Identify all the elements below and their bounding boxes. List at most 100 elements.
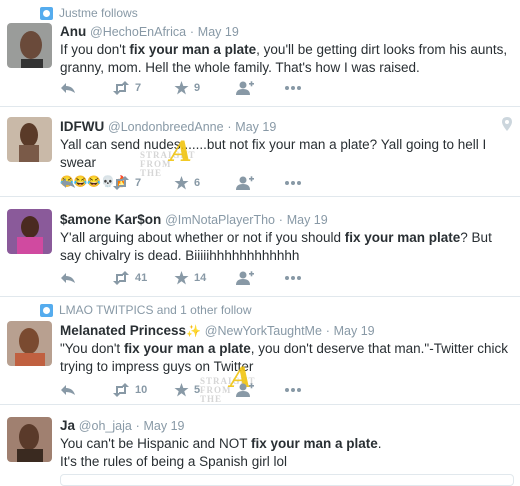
like-button[interactable]: 14: [174, 271, 236, 285]
separator-dot: ·: [189, 25, 195, 39]
tweet-header: Melanated Princess✨ @NewYorkTaughtMe · M…: [60, 323, 375, 338]
timestamp[interactable]: May 19: [334, 324, 375, 338]
add-user-icon: [236, 271, 254, 285]
star-icon: [174, 271, 189, 285]
display-name[interactable]: Ja: [60, 418, 75, 433]
tweet-context: LMAO TWITPICS and 1 other follow: [40, 303, 252, 317]
follow-icon: [40, 303, 53, 317]
tweet-text: If you don't fix your man a plate, you'l…: [60, 41, 512, 77]
sparkles-icon: ✨: [186, 324, 202, 338]
like-button[interactable]: 9: [174, 81, 236, 95]
avatar[interactable]: [7, 209, 52, 254]
reply-button[interactable]: [60, 271, 112, 285]
avatar-photo-icon: [7, 321, 52, 366]
tweet-actions: 41 14: [60, 269, 302, 287]
tweet-text: You can't be Hispanic and NOT fix your m…: [60, 435, 512, 471]
more-button[interactable]: [284, 180, 302, 186]
text-highlight: fix your man plate: [344, 230, 461, 245]
retweet-icon: [113, 176, 129, 190]
tweet-2[interactable]: IDFWU @LondonbreedAnne · May 19 Yall can…: [0, 107, 520, 197]
follow-button[interactable]: [236, 81, 284, 95]
display-name[interactable]: IDFWU: [60, 119, 104, 134]
user-handle[interactable]: @HechoEnAfrica: [90, 25, 186, 39]
display-name[interactable]: $amone Kar$on: [60, 212, 161, 227]
user-handle[interactable]: @LondonbreedAnne: [108, 120, 224, 134]
text-part: If you don't: [60, 42, 130, 57]
avatar-photo-icon: [7, 23, 52, 68]
retweet-button[interactable]: 7: [112, 176, 174, 190]
retweet-button[interactable]: 7: [112, 81, 174, 95]
avatar-photo-icon: [7, 209, 52, 254]
avatar-photo-icon: [7, 117, 52, 162]
context-label: Justme follows: [59, 6, 138, 20]
follow-button[interactable]: [236, 271, 284, 285]
reply-button[interactable]: [60, 176, 112, 190]
display-name[interactable]: Anu: [60, 24, 86, 39]
reply-icon: [61, 385, 75, 395]
tweet-1[interactable]: Justme follows Anu @HechoEnAfrica · May …: [0, 0, 520, 107]
like-button[interactable]: 6: [174, 176, 236, 190]
avatar[interactable]: [7, 117, 52, 162]
avatar[interactable]: [7, 321, 52, 366]
tweet-context: Justme follows: [40, 6, 138, 20]
tweet-4[interactable]: LMAO TWITPICS and 1 other follow Melanat…: [0, 297, 520, 405]
more-dots-icon: [285, 181, 301, 185]
reply-icon: [61, 178, 75, 188]
avatar-photo-icon: [7, 417, 52, 462]
more-button[interactable]: [284, 387, 302, 393]
timestamp[interactable]: May 19: [287, 213, 328, 227]
tweet-3[interactable]: $amone Kar$on @ImNotaPlayerTho · May 19 …: [0, 197, 520, 297]
tweet-header: $amone Kar$on @ImNotaPlayerTho · May 19: [60, 212, 328, 227]
watermark-logo: A: [170, 135, 193, 168]
star-icon: [174, 383, 189, 397]
text-part: .: [377, 436, 382, 451]
reply-input[interactable]: [60, 474, 514, 486]
add-user-icon: [236, 81, 254, 95]
tweet-actions: 10 5: [60, 381, 302, 399]
like-count: 9: [194, 82, 201, 94]
timestamp[interactable]: May 19: [198, 25, 239, 39]
avatar[interactable]: [7, 417, 52, 462]
more-button[interactable]: [284, 85, 302, 91]
text-highlight: fix your man a plate: [250, 436, 378, 451]
user-handle[interactable]: @NewYorkTaughtMe: [205, 324, 322, 338]
text-part: It's the rules of being a Spanish girl l…: [60, 454, 287, 469]
tweet-5[interactable]: Ja @oh_jaja · May 19 You can't be Hispan…: [0, 405, 520, 481]
tweet-text: "You don't fix your man a plate, you don…: [60, 340, 512, 376]
retweet-button[interactable]: 41: [112, 271, 174, 285]
user-handle[interactable]: @oh_jaja: [79, 419, 132, 433]
star-icon: [174, 176, 189, 190]
retweet-count: 10: [135, 384, 148, 396]
user-handle[interactable]: @ImNotaPlayerTho: [165, 213, 275, 227]
display-name[interactable]: Melanated Princess: [60, 323, 186, 338]
retweet-icon: [113, 383, 129, 397]
text-highlight: fix your man a plate: [123, 341, 251, 356]
separator-dot: ·: [325, 324, 330, 338]
tweet-text: Y'all arguing about whether or not if yo…: [60, 229, 512, 265]
retweet-count: 41: [135, 272, 148, 284]
text-part: "You don't: [60, 341, 124, 356]
reply-button[interactable]: [60, 81, 112, 95]
retweet-button[interactable]: 10: [112, 383, 174, 397]
like-button[interactable]: 5: [174, 383, 236, 397]
reply-button[interactable]: [60, 383, 112, 397]
separator-dot: ·: [227, 120, 232, 134]
text-part: You can't be Hispanic and NOT: [60, 436, 251, 451]
tweet-header: Anu @HechoEnAfrica · May 19: [60, 24, 239, 39]
like-count: 6: [194, 177, 201, 189]
follow-icon: [40, 6, 53, 20]
star-icon: [174, 81, 189, 95]
avatar[interactable]: [7, 23, 52, 68]
follow-button[interactable]: [236, 383, 284, 397]
timestamp[interactable]: May 19: [235, 120, 276, 134]
retweet-count: 7: [135, 177, 142, 189]
timestamp[interactable]: May 19: [144, 419, 185, 433]
text-part: Y'all arguing about whether or not if yo…: [60, 230, 345, 245]
follow-button[interactable]: [236, 176, 284, 190]
separator-dot: ·: [278, 213, 283, 227]
like-count: 5: [194, 384, 201, 396]
more-button[interactable]: [284, 275, 302, 281]
retweet-icon: [113, 81, 129, 95]
more-dots-icon: [285, 276, 301, 280]
tweet-header: Ja @oh_jaja · May 19: [60, 418, 185, 433]
